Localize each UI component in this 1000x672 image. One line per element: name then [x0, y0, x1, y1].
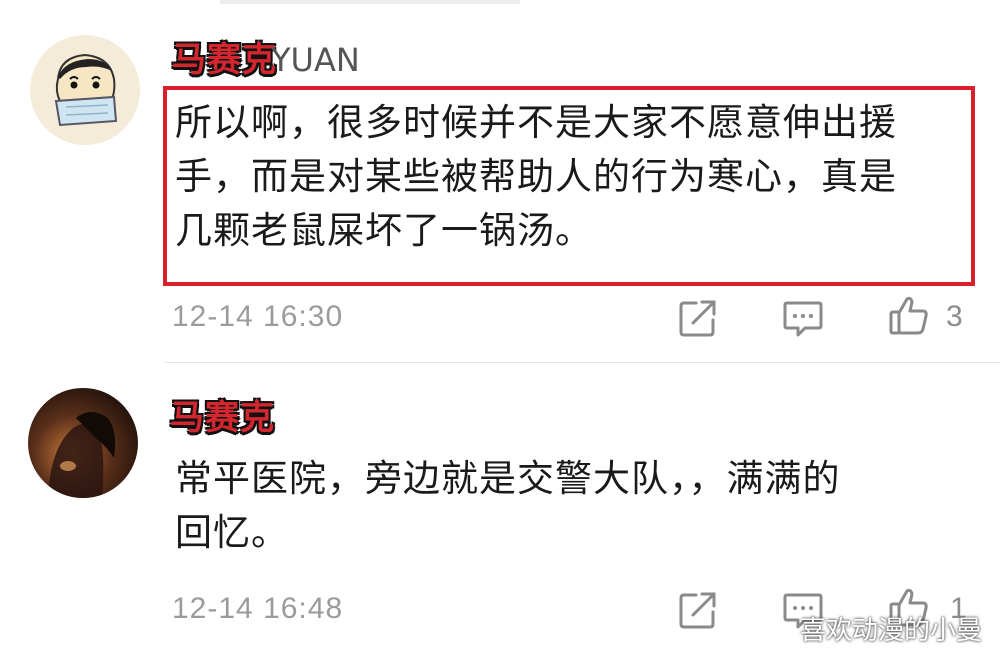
avatar[interactable]	[28, 388, 138, 498]
comment-text: 常平医院，旁边就是交警大队，，满满的 回忆。	[175, 452, 841, 560]
comment-text-line: 回忆。	[175, 511, 289, 554]
comment-divider	[165, 362, 1000, 363]
comment-timestamp: 12-14 16:48	[172, 592, 344, 625]
comment-text: 所以啊，很多时候并不是大家不愿意伸出援 手，而是对某些被帮助人的行为寒心，真是 …	[175, 96, 897, 258]
comment-username[interactable]: 马赛克YUAN	[172, 40, 360, 80]
cartoon-boy-avatar-icon	[30, 35, 140, 145]
avatar[interactable]	[30, 35, 140, 145]
watermark-text: 喜欢动漫的小曼	[799, 615, 982, 646]
top-divider-strip	[220, 0, 520, 4]
share-button[interactable]	[676, 296, 720, 340]
username-suffix: YUAN	[271, 41, 360, 79]
redacted-username: 马赛克	[172, 40, 277, 80]
share-button[interactable]	[676, 588, 720, 632]
comment-username[interactable]: 马赛克	[170, 398, 275, 438]
like-count: 3	[946, 300, 963, 333]
dark-photo-avatar-icon	[28, 388, 138, 498]
comment-text-line: 所以啊，很多时候并不是大家不愿意伸出援	[175, 101, 897, 144]
redacted-username: 马赛克	[170, 398, 275, 438]
wechat-icon	[756, 613, 792, 642]
like-icon	[889, 296, 928, 335]
comment-text-line: 常平医院，旁边就是交警大队，，满满的	[175, 457, 841, 500]
share-icon	[679, 300, 716, 337]
like-button[interactable]	[887, 293, 931, 337]
comment-text-line: 几颗老鼠屎坏了一锅汤。	[175, 209, 593, 252]
share-icon	[679, 592, 716, 629]
watermark: 喜欢动漫的小曼	[756, 608, 982, 648]
comment-button[interactable]	[781, 296, 825, 340]
comment-text-line: 手，而是对某些被帮助人的行为寒心，真是	[175, 155, 897, 198]
comment-timestamp: 12-14 16:30	[172, 300, 344, 333]
comment-icon	[783, 301, 823, 337]
